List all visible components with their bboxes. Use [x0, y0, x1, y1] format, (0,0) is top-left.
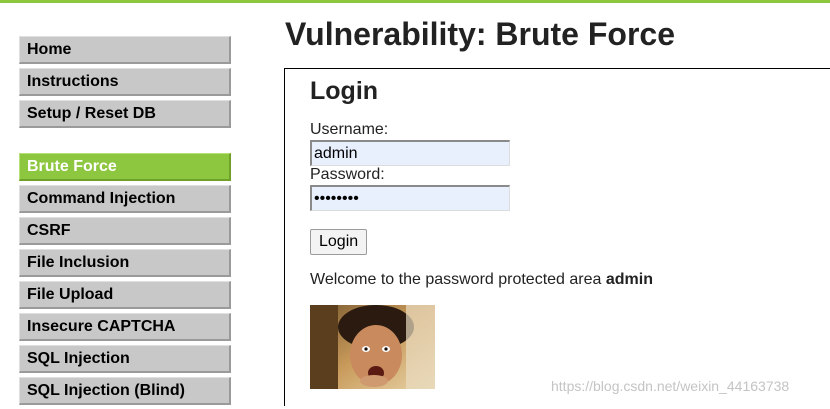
menu-spacer [19, 132, 231, 153]
welcome-text: Welcome to the password protected area [310, 271, 602, 288]
menu-item-brute-force[interactable]: Brute Force [19, 153, 231, 181]
password-label: Password: [310, 166, 385, 183]
menu-item-command-injection[interactable]: Command Injection [19, 185, 231, 213]
sidebar-menu: Home Instructions Setup / Reset DB Brute… [19, 36, 231, 409]
menu-group-main: Home Instructions Setup / Reset DB [19, 36, 231, 128]
menu-item-csrf[interactable]: CSRF [19, 217, 231, 245]
menu-item-instructions[interactable]: Instructions [19, 68, 231, 96]
menu-item-sql-injection[interactable]: SQL Injection [19, 345, 231, 373]
login-heading: Login [310, 77, 379, 105]
watermark-url: https://blog.csdn.net/weixin_44163738 [551, 378, 790, 394]
welcome-username: admin [605, 271, 653, 288]
menu-item-home[interactable]: Home [19, 36, 231, 64]
menu-item-setup-reset-db[interactable]: Setup / Reset DB [19, 100, 231, 128]
menu-group-vulnerabilities: Brute Force Command Injection CSRF File … [19, 153, 231, 405]
menu-item-insecure-captcha[interactable]: Insecure CAPTCHA [19, 313, 231, 341]
menu-item-file-inclusion[interactable]: File Inclusion [19, 249, 231, 277]
vulnerable-code-area: Login Username: Password: Login Welcome … [284, 68, 830, 406]
username-input[interactable] [310, 140, 510, 166]
login-button[interactable]: Login [310, 229, 368, 255]
user-avatar-image [310, 305, 435, 389]
page-title: Vulnerability: Brute Force [285, 16, 675, 52]
menu-item-file-upload[interactable]: File Upload [19, 281, 231, 309]
top-accent-bar [0, 0, 830, 3]
menu-item-sql-injection-blind[interactable]: SQL Injection (Blind) [19, 377, 231, 405]
username-label: Username: [310, 121, 389, 138]
welcome-message: Welcome to the password protected area a… [310, 271, 653, 289]
password-input[interactable] [310, 185, 510, 211]
